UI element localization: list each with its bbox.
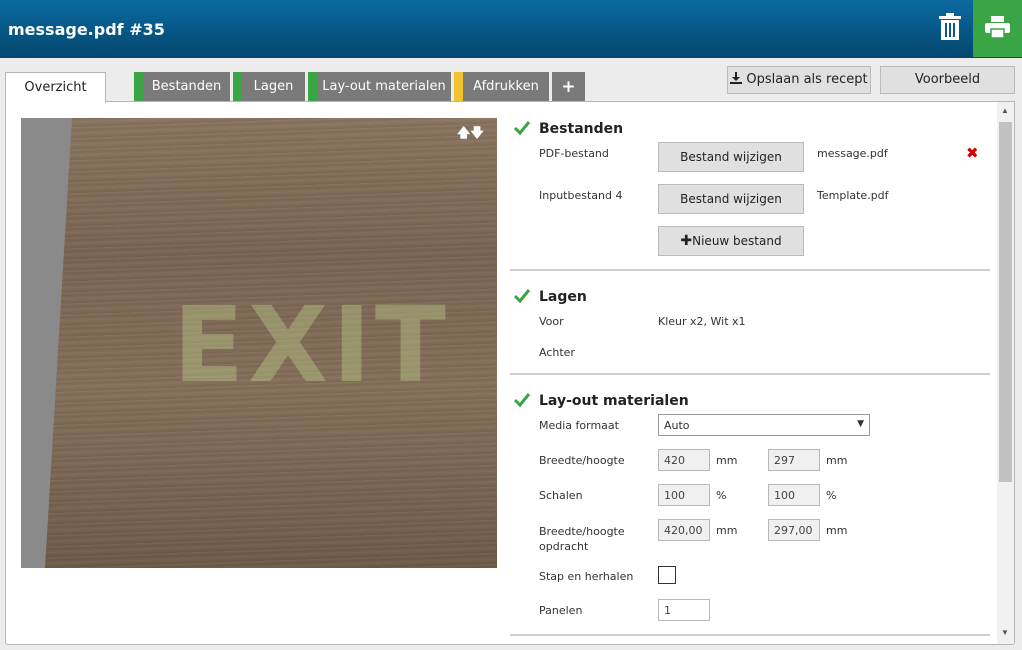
preview-image: EXIT 🡅🡇 [21,118,497,568]
media-format-select[interactable]: Auto ▼ [658,414,870,436]
trash-icon[interactable] [937,13,963,41]
preview-button[interactable]: Voorbeeld [880,66,1015,94]
job-height-input[interactable]: 297,00 [768,519,820,541]
unit-percent: % [826,489,837,502]
pdf-file-label: PDF-bestand [539,147,609,160]
pdf-file-name: message.pdf [817,147,888,160]
tab-label: Afdrukken [473,79,539,94]
overview-panel: EXIT 🡅🡇 Bestanden PDF-bestand Bestand wi… [5,101,1015,645]
scale-label: Schalen [539,489,583,502]
tab-label: Lagen [253,79,294,94]
title-bar: message.pdf #35 [0,0,1022,58]
panels-label: Panelen [539,604,583,617]
scrollbar[interactable]: ▲ ▼ [997,102,1014,644]
input-file-label: Inputbestand 4 [539,189,623,202]
preview-label: Voorbeeld [914,72,981,87]
scale-width-input[interactable]: 100 [658,484,710,506]
tab-overzicht[interactable]: Overzicht [5,72,106,103]
job-size-label: Breedte/hoogte opdracht [539,525,625,553]
printer-icon [985,16,1010,38]
change-pdf-button[interactable]: Bestand wijzigen [658,142,804,172]
save-recipe-label: Opslaan als recept [746,72,868,87]
scrollbar-thumb[interactable] [999,122,1012,482]
unit-percent: % [716,489,727,502]
section-title-bestanden: Bestanden [539,121,624,137]
panels-input[interactable]: 1 [658,599,710,621]
tab-label: Lay-out materialen [322,79,446,94]
unit-mm: mm [716,524,738,537]
front-layer-label: Voor [539,315,564,328]
divider [510,634,990,636]
new-file-button[interactable]: ✚Nieuw bestand [658,226,804,256]
unit-mm: mm [826,454,848,467]
tab-lagen[interactable]: Lagen [233,72,305,102]
back-layer-label: Achter [539,346,575,359]
save-recipe-button[interactable]: Opslaan als recept [727,66,871,94]
plus-icon: + [561,77,576,97]
tab-label: Bestanden [151,79,222,94]
unit-mm: mm [826,524,848,537]
tab-layout-materialen[interactable]: Lay-out materialen [308,72,451,102]
tab-bestanden[interactable]: Bestanden [134,72,230,102]
chevron-down-icon: ▼ [857,419,864,429]
check-icon [513,289,531,303]
input-file-name: Template.pdf [817,189,889,202]
media-format-value: Auto [664,419,690,432]
new-file-label: Nieuw bestand [692,234,782,248]
status-stripe [134,72,143,102]
height-input[interactable]: 297 [768,449,820,471]
plus-icon: ✚ [680,233,693,249]
status-stripe [233,72,242,102]
width-input[interactable]: 420 [658,449,710,471]
divider [510,269,990,271]
tab-label: Overzicht [24,80,87,95]
front-layer-value: Kleur x2, Wit x1 [658,315,746,328]
print-button[interactable] [973,0,1022,57]
scroll-down-icon[interactable]: ▼ [1001,628,1009,637]
media-format-label: Media formaat [539,419,619,432]
section-title-lagen: Lagen [539,289,587,305]
job-width-input[interactable]: 420,00 [658,519,710,541]
tab-afdrukken[interactable]: Afdrukken [454,72,549,102]
reorder-arrows-icon[interactable]: 🡅🡇 [457,124,484,146]
status-stripe [308,72,317,102]
remove-file-icon[interactable]: ✖ [966,144,979,162]
exit-sign-text: EXIT [173,284,450,406]
section-title-layout: Lay-out materialen [539,393,689,409]
scroll-up-icon[interactable]: ▲ [1001,106,1009,115]
step-repeat-checkbox[interactable] [658,566,676,584]
unit-mm: mm [716,454,738,467]
status-stripe [454,72,463,102]
change-input-button[interactable]: Bestand wijzigen [658,184,804,214]
window-title: message.pdf #35 [8,20,165,39]
scale-height-input[interactable]: 100 [768,484,820,506]
add-tab-button[interactable]: + [552,72,585,102]
check-icon [513,393,531,407]
step-repeat-label: Stap en herhalen [539,570,634,583]
download-icon [730,72,743,84]
divider [510,373,990,375]
size-label: Breedte/hoogte [539,454,625,467]
check-icon [513,121,531,135]
